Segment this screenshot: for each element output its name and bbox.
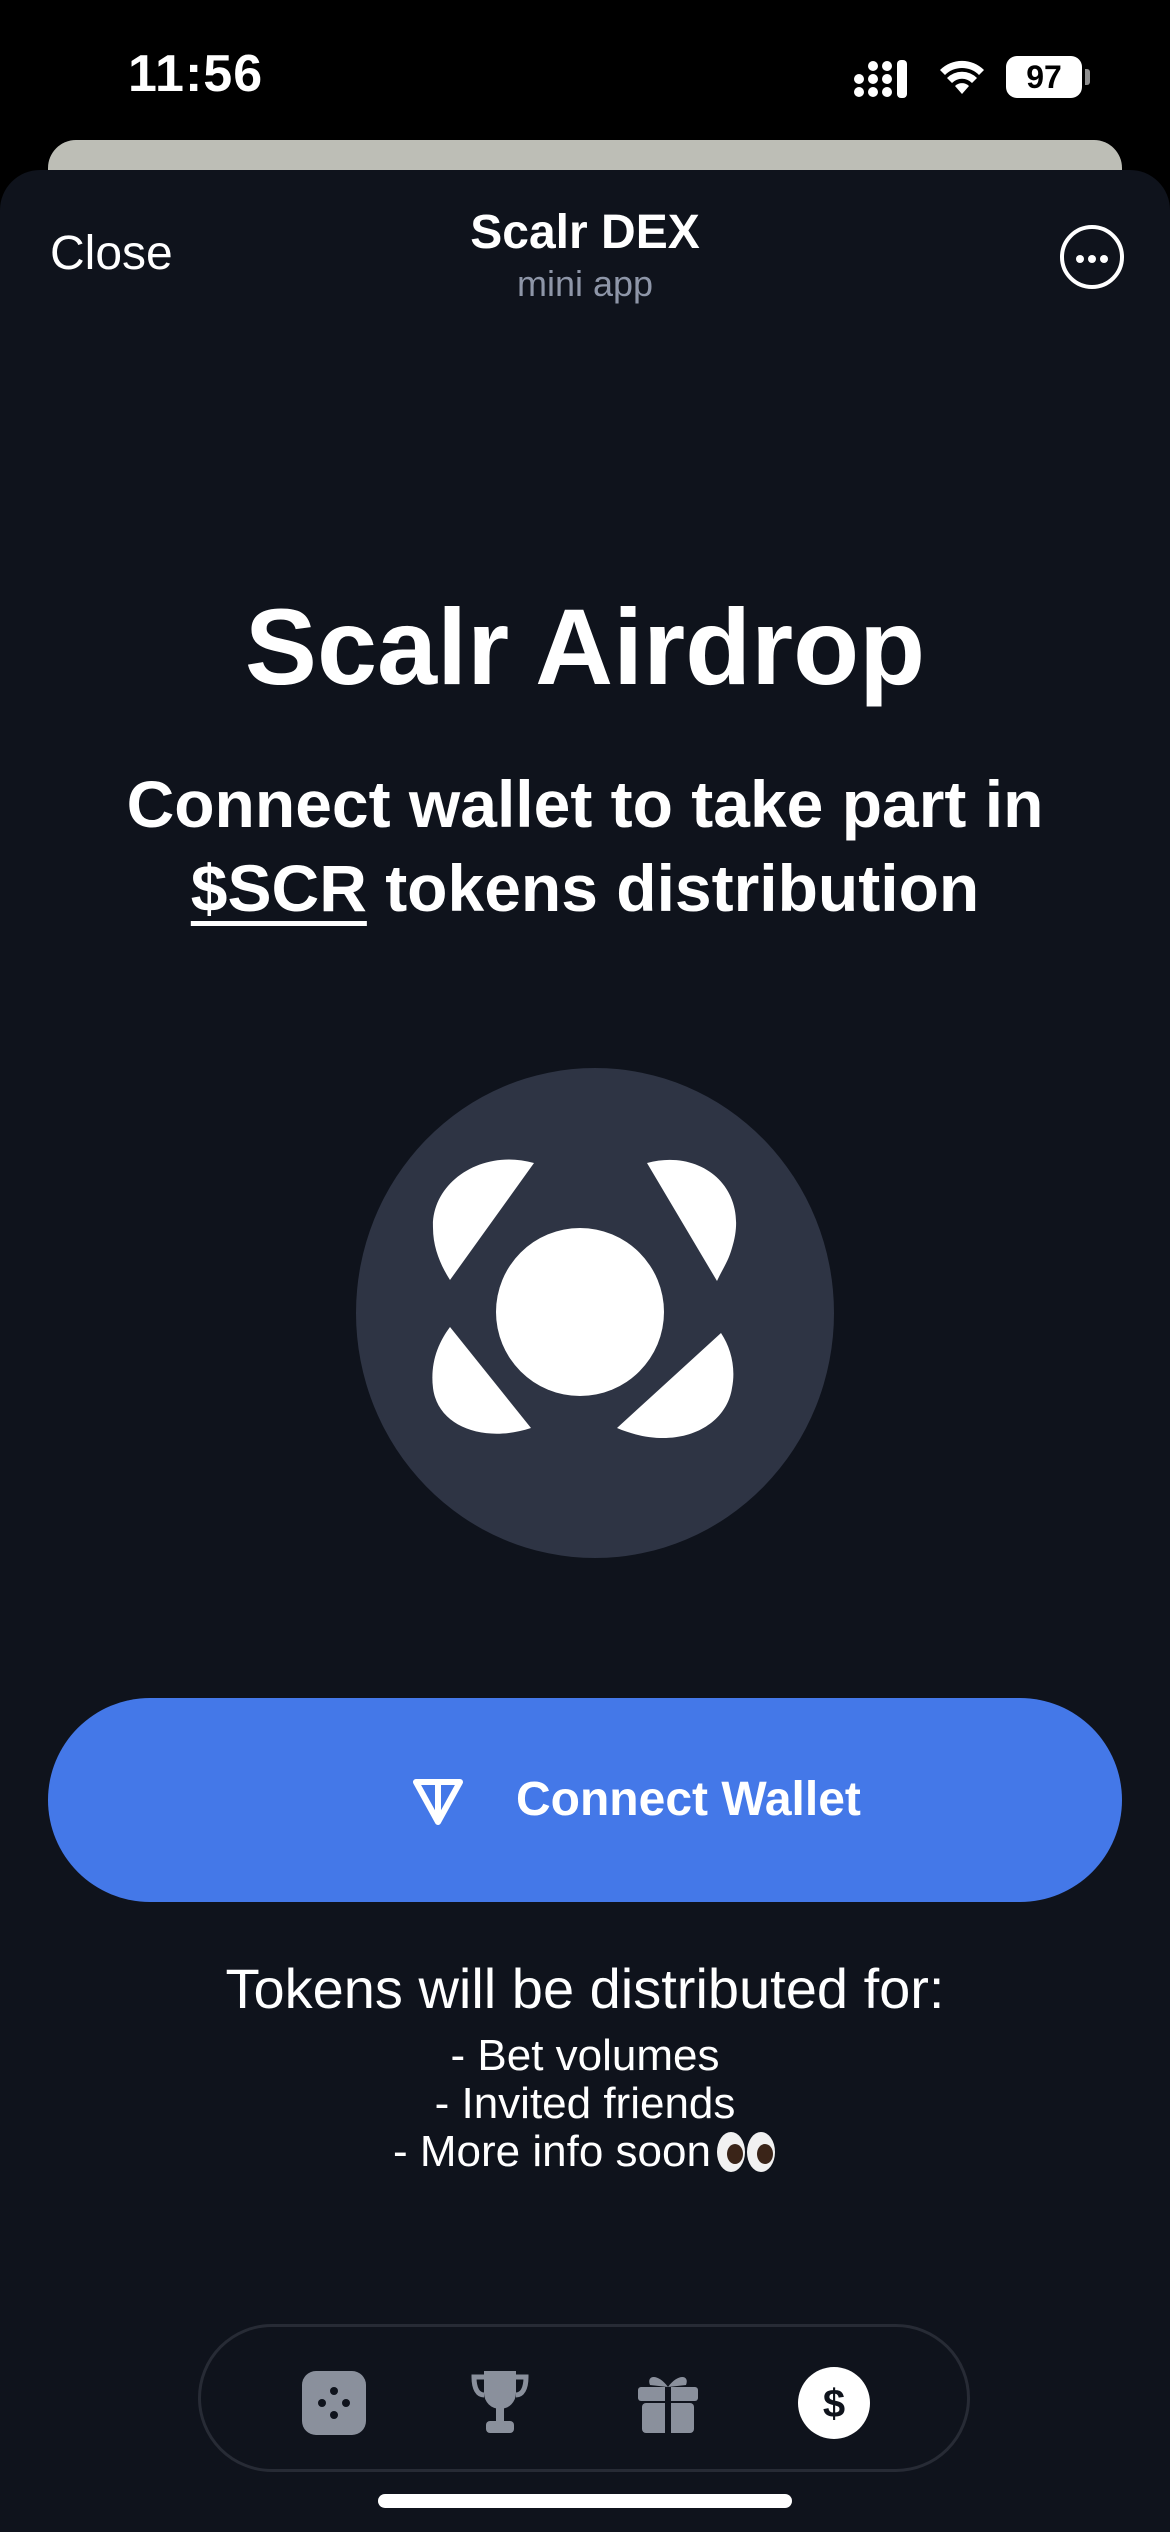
app-subtitle: mini app [516,263,654,304]
connect-wallet-label: Connect Wallet [516,1773,861,1826]
page-subtitle: Connect wallet to take part in $SCR toke… [60,762,1110,930]
list-item-text: - More info soon [393,2127,711,2176]
page-title: Scalr Airdrop [244,586,926,707]
scalr-logo-icon [432,1159,737,1439]
token-link[interactable]: $SCR [191,851,367,925]
tab-airdrop[interactable]: $ [798,2367,870,2439]
bottom-tab-bar: $ [198,2324,970,2472]
distribution-title: Tokens will be distributed for: [225,1957,945,2020]
trophy-icon [471,2371,529,2433]
status-bar: 11:56 97 [0,0,1170,150]
status-time: 11:56 [128,45,264,103]
distribution-list: - Bet volumes - Invited friends - More i… [0,2032,1170,2176]
list-item: - Invited friends [434,2079,736,2128]
tab-leaderboard[interactable] [468,2371,532,2435]
svg-text:$: $ [823,2382,845,2426]
tab-dice[interactable] [302,2371,366,2435]
tab-rewards[interactable] [636,2371,700,2435]
subtitle-line1: Connect wallet to take part in [126,767,1044,841]
more-options-button[interactable] [1060,225,1124,289]
battery-icon: 97 [1006,56,1090,98]
cellular-signal-icon [854,60,907,98]
home-indicator [378,2494,792,2508]
dice-icon [302,2371,366,2435]
wifi-icon [940,60,984,94]
dollar-icon: $ [798,2367,870,2439]
ton-icon [413,1779,463,1825]
connect-wallet-button[interactable]: Connect Wallet [48,1698,1122,1902]
gift-icon [638,2377,698,2433]
eyes-emoji-icon [716,2132,777,2172]
app-header: Scalr DEX mini app [0,203,1170,305]
scalr-logo [356,1068,834,1558]
subtitle-line2: tokens distribution [366,851,980,925]
list-item: - Bet volumes [450,2031,720,2080]
battery-level: 97 [1006,56,1082,98]
list-item: - More info soon [0,2128,1170,2176]
app-title: Scalr DEX [470,206,700,259]
